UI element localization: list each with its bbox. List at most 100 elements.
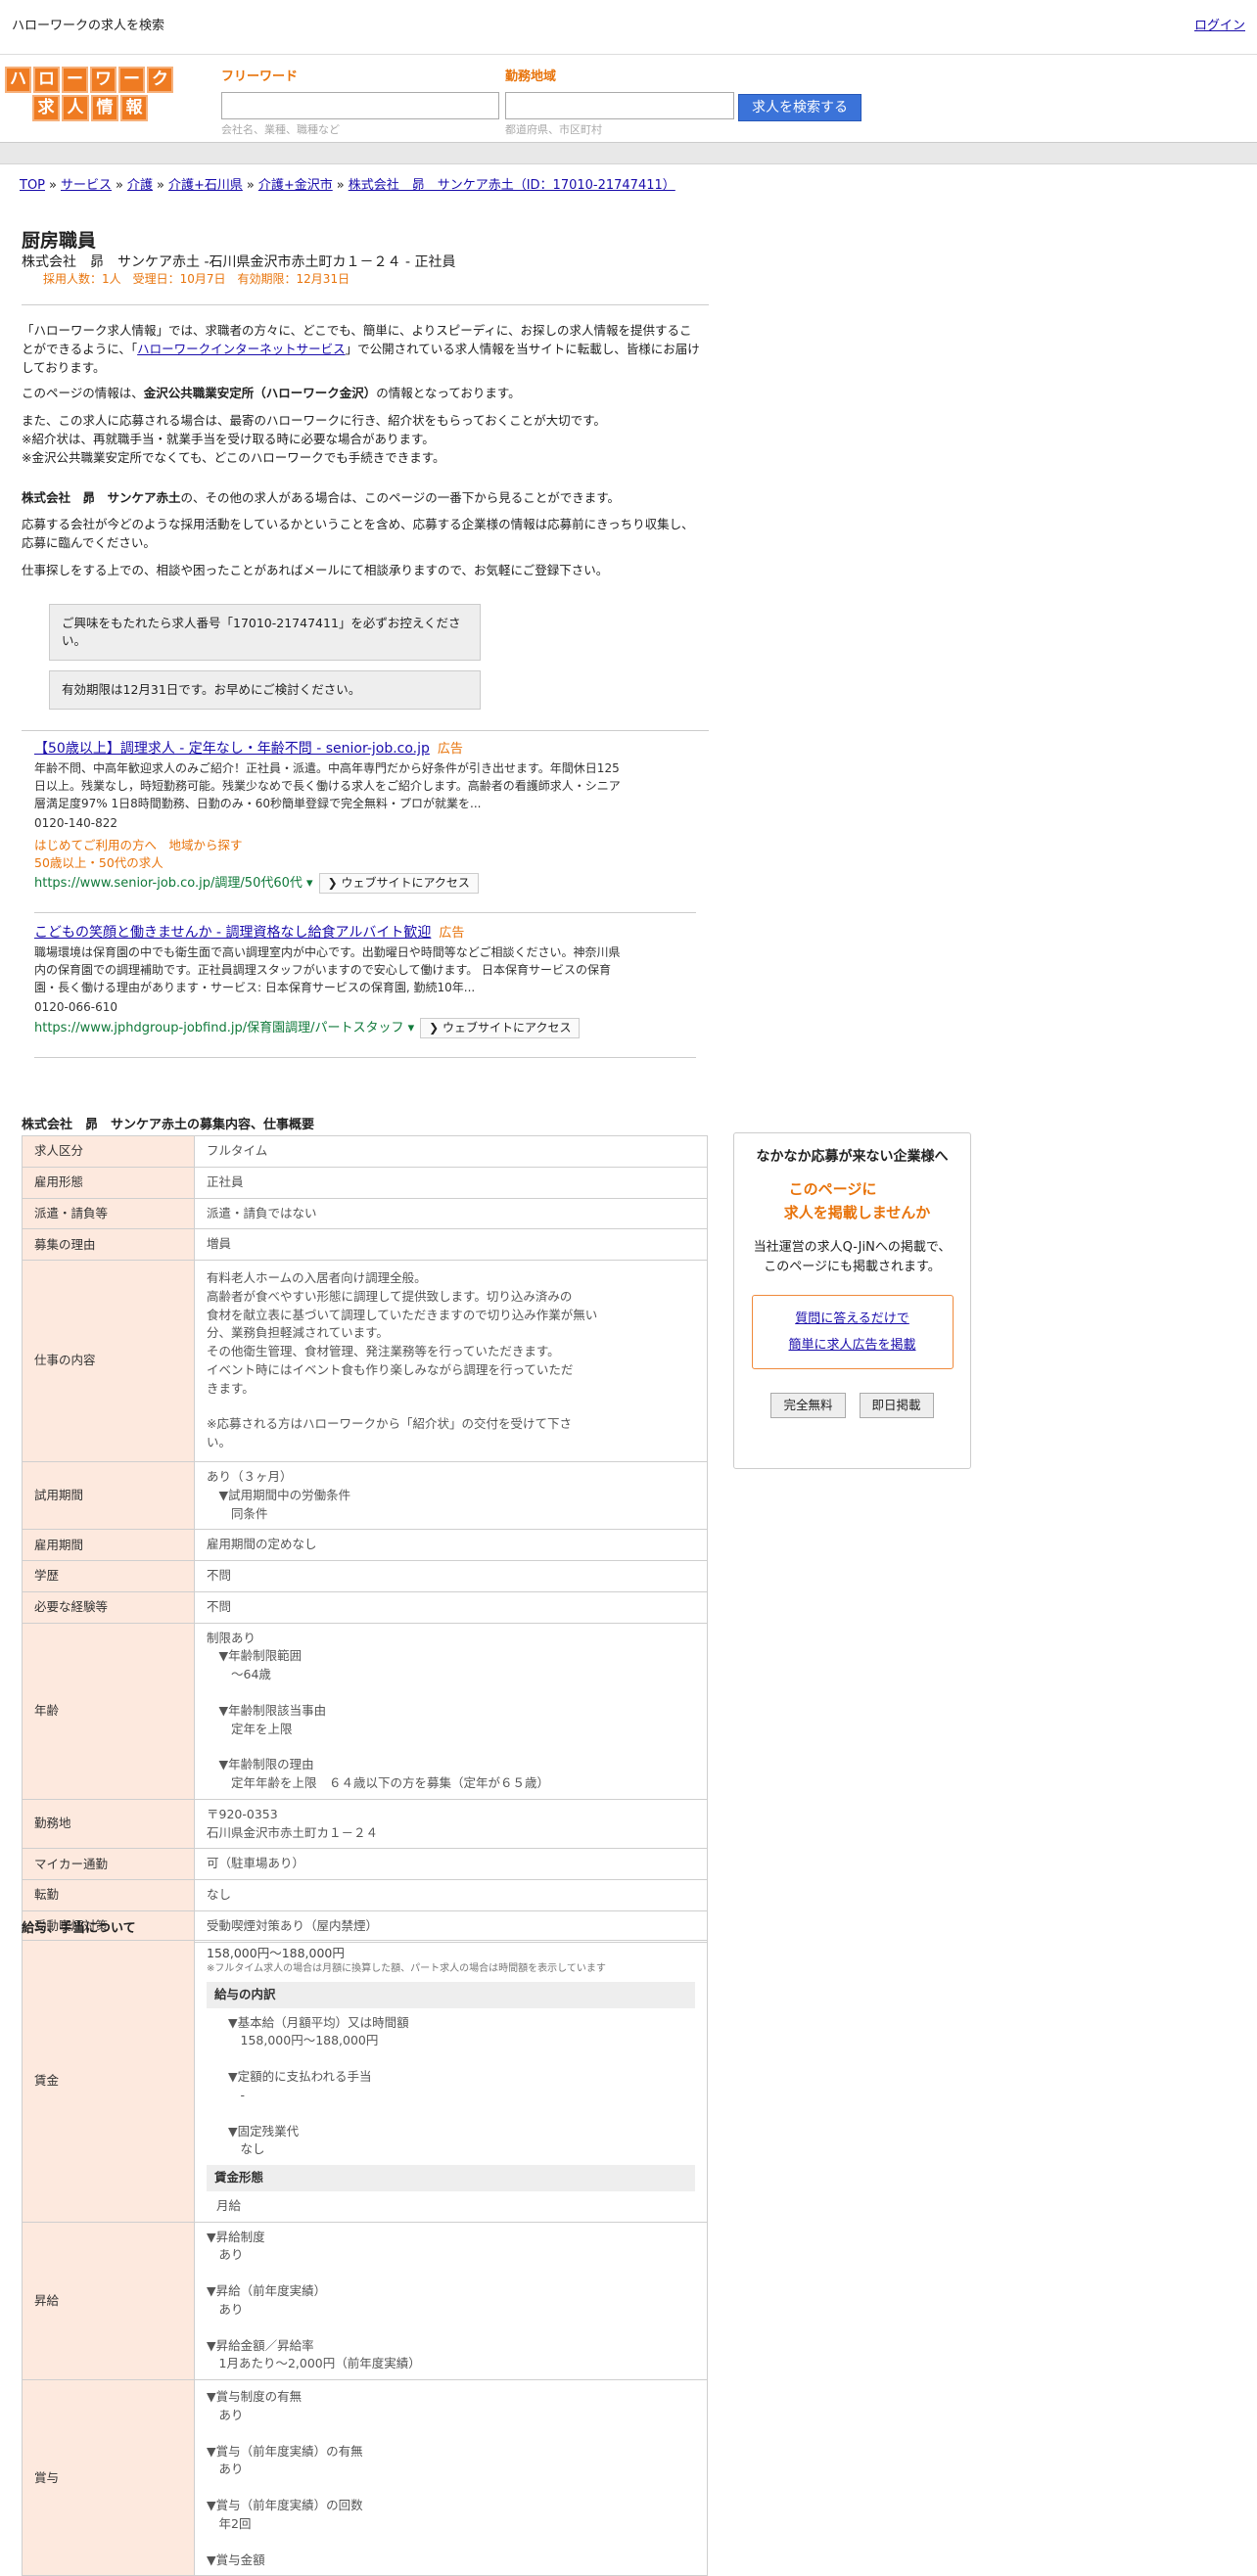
- logo-char: 人: [62, 95, 89, 121]
- expiry-note: 有効期限は12月31日です。お早めにご検討ください。: [49, 670, 481, 710]
- ad-phone[interactable]: 0120-140-822: [34, 814, 627, 832]
- intro-paragraph-1: 「ハローワーク求人情報」では、求職者の方々に、どこでも、簡単に、よりスピーディに…: [22, 323, 700, 375]
- row-label: 雇用形態: [22, 1166, 195, 1199]
- hellowork-internet-link[interactable]: ハローワークインターネットサービス: [137, 342, 346, 356]
- table-row: 必要な経験等 不問: [22, 1590, 708, 1624]
- breadcrumb-care[interactable]: 介護: [127, 178, 153, 193]
- area-label: 勤務地域: [505, 69, 557, 84]
- row-label-bonus: 賞与: [22, 2378, 195, 2576]
- row-value: 受動喫煙対策あり（屋内禁煙）: [194, 1909, 708, 1943]
- row-value: 派遣・請負ではない: [194, 1197, 708, 1230]
- row-value-raise: ▼昇給制度 あり ▼昇給（前年度実績） あり ▼昇給金額／昇給率 1月あたり〜2,0…: [194, 2221, 708, 2380]
- ad-title-link[interactable]: 【50歳以上】調理求人 - 定年なし・年齢不問 - senior-job.co.…: [34, 741, 430, 757]
- row-value: 増員: [194, 1228, 708, 1261]
- free-word-input[interactable]: [221, 91, 499, 119]
- logo-row-2: 求 人 情 報: [5, 95, 177, 121]
- visit-website-button[interactable]: ❯ ウェブサイトにアクセス: [420, 1017, 581, 1039]
- breadcrumb-service[interactable]: サービス: [61, 178, 112, 193]
- row-value-wage: 158,000円〜188,000円 ※フルタイム求人の場合は月額に換算した額、パ…: [194, 1940, 708, 2223]
- free-word-placeholder: 会社名、業種、職種など: [221, 122, 340, 136]
- ad-sitelink[interactable]: はじめてご利用の方へ: [34, 838, 157, 852]
- row-value: 不問: [194, 1560, 708, 1592]
- ad-url[interactable]: https://www.senior-job.co.jp/調理/50代60代: [34, 876, 303, 891]
- intro-paragraph-2: このページの情報は、金沢公共職業安定所（ハローワーク金沢）の情報となっております…: [22, 386, 521, 400]
- row-label: 仕事の内容: [22, 1260, 195, 1462]
- row-label: マイカー通勤: [22, 1848, 195, 1880]
- intro-paragraph-6: 仕事探しをする上での、相談や困ったことがあればメールにて相談承りますので、お気軽…: [22, 563, 609, 577]
- row-value-bonus: ▼賞与制度の有無 あり ▼賞与（前年度実績）の有無 あり ▼賞与（前年度実績）の回数…: [194, 2378, 708, 2576]
- row-label: 転勤: [22, 1879, 195, 1911]
- header: ハ ロ ー ワ ー ク 求 人 情 報 フリーワード 会社名、業種、職種など 勤…: [0, 55, 1257, 143]
- ad-phone[interactable]: 0120-066-610: [34, 998, 627, 1016]
- intro-paragraph-3: また、この求人に応募される場合は、最寄のハローワークに行き、紹介状をもらっておく…: [22, 413, 606, 465]
- breadcrumb-top[interactable]: TOP: [20, 178, 45, 193]
- visit-website-button[interactable]: ❯ ウェブサイトにアクセス: [318, 873, 479, 895]
- ad-url[interactable]: https://www.jphdgroup-jobfind.jp/保育園調理/パ…: [34, 1021, 404, 1035]
- row-label-wage: 賃金: [22, 1940, 195, 2223]
- ad-sitelink[interactable]: 地域から探す: [169, 838, 243, 852]
- row-value: あり（３ヶ月） ▼試用期間中の労働条件 同条件: [194, 1460, 708, 1531]
- same-day-button[interactable]: 即日掲載: [859, 1393, 934, 1419]
- area-placeholder: 都道府県、市区町村: [505, 122, 602, 136]
- table-row: 昇給 ▼昇給制度 あり ▼昇給（前年度実績） あり ▼昇給金額／昇給率 1月あたり〜…: [22, 2221, 708, 2380]
- row-label: 必要な経験等: [22, 1590, 195, 1624]
- logo-char: ハ: [5, 67, 31, 93]
- row-value: 雇用期間の定めなし: [194, 1529, 708, 1561]
- row-label: 雇用期間: [22, 1529, 195, 1561]
- table-row: 賃金 158,000円〜188,000円 ※フルタイム求人の場合は月額に換算した…: [22, 1940, 708, 2223]
- job-number-note: ご興味をもたれたら求人番号「17010-21747411」を必ずお控えください。: [49, 604, 481, 661]
- promo-heading: なかなか応募が来ない企業様へ: [756, 1149, 949, 1165]
- hellowork-logo[interactable]: ハ ロ ー ワ ー ク 求 人 情 報: [5, 67, 177, 123]
- intro-paragraph-5: 応募する会社が今どのような採用活動をしているかということを含め、応募する企業様の…: [22, 517, 694, 550]
- top-bar: ハローワークの求人を検索 ログイン: [0, 0, 1257, 55]
- login-link[interactable]: ログイン: [1194, 18, 1245, 36]
- row-value: フルタイム: [194, 1135, 708, 1168]
- wage-form-heading: 賃金形態: [207, 2165, 695, 2191]
- row-value: 制限あり ▼年齢制限範囲 〜64歳 ▼年齢制限該当事由 定年を上限 ▼年齢制限の…: [194, 1622, 708, 1800]
- breadcrumb-care-ishikawa[interactable]: 介護+石川県: [168, 178, 243, 193]
- promo-link-questions[interactable]: 質問に答えるだけで: [753, 1306, 953, 1332]
- logo-char: ク: [147, 67, 173, 93]
- table-row: 学歴 不問: [22, 1560, 708, 1592]
- table-row: 試用期間 あり（３ヶ月） ▼試用期間中の労働条件 同条件: [22, 1460, 708, 1531]
- row-value: 有料老人ホームの入居者向け調理全般。 高齢者が食べやすい形態に調理して提供致します…: [194, 1260, 708, 1462]
- section-heading-job-details: 株式会社 昴 サンケア赤土の募集内容、仕事概要: [22, 1118, 315, 1132]
- row-value: 不問: [194, 1590, 708, 1624]
- divider: [34, 1057, 696, 1058]
- row-value: 正社員: [194, 1166, 708, 1199]
- divider: [22, 304, 709, 305]
- logo-char: ー: [62, 67, 88, 93]
- breadcrumb-care-kanazawa[interactable]: 介護+金沢市: [258, 178, 333, 193]
- table-row: マイカー通勤 可（駐車場あり）: [22, 1848, 708, 1880]
- ad-description: 職場環境は保育園の中でも衛生面で高い調理室内が中心です。出勤曜日や時間等などご相…: [34, 944, 621, 994]
- divider: [34, 912, 696, 913]
- ad-sitelink[interactable]: 50歳以上・50代の求人: [34, 854, 627, 872]
- ad-description: 年齢不問、中高年歓迎求人のみご紹介！正社員・派遣。中高年専門だから好条件が引き出…: [34, 760, 621, 810]
- row-value: なし: [194, 1879, 708, 1911]
- row-value: 〒920-0353 石川県金沢市赤土町カ１－２４: [194, 1798, 708, 1850]
- table-row: 雇用形態 正社員: [22, 1166, 708, 1199]
- row-label: 募集の理由: [22, 1228, 195, 1261]
- table-row: 賞与 ▼賞与制度の有無 あり ▼賞与（前年度実績）の有無 あり ▼賞与（前年度実績）…: [22, 2378, 708, 2576]
- breadcrumb-company[interactable]: 株式会社 昴 サンケア赤土（ID：17010-21747411）: [349, 178, 675, 193]
- logo-char: 求: [32, 95, 60, 121]
- ad-title-link[interactable]: こどもの笑顔と働きませんか - 調理資格なし給食アルバイト歓迎: [34, 925, 431, 941]
- table-row: 雇用期間 雇用期間の定めなし: [22, 1529, 708, 1561]
- promo-headline: このページに 求人を掲載しませんか: [783, 1180, 931, 1221]
- gray-band: [0, 143, 1257, 164]
- area-input[interactable]: [505, 91, 734, 119]
- promo-link-post-ad[interactable]: 簡単に求人広告を掲載: [753, 1332, 953, 1358]
- row-label: 学歴: [22, 1560, 195, 1592]
- logo-char: ワ: [90, 67, 116, 93]
- free-button[interactable]: 完全無料: [770, 1393, 846, 1419]
- search-button[interactable]: 求人を検索する: [738, 94, 861, 121]
- intro-paragraph-4: 株式会社 昴 サンケア赤土の、その他の求人がある場合は、このページの一番下から見…: [22, 490, 621, 505]
- breakdown-heading: 給与の内訳: [207, 1981, 695, 2008]
- row-label: 派遣・請負等: [22, 1197, 195, 1230]
- promo-text: 当社運営の求人Q-JiNへの掲載で、 このページにも掲載されます。: [753, 1239, 952, 1274]
- ad-badge: 広告: [439, 926, 465, 941]
- salary-table: 賃金 158,000円〜188,000円 ※フルタイム求人の場合は月額に換算した…: [22, 1940, 708, 2576]
- logo-char: 情: [91, 95, 118, 121]
- area-field: 勤務地域 都道府県、市区町村: [505, 69, 734, 138]
- promo-links-box: 質問に答えるだけで 簡単に求人広告を掲載: [751, 1295, 954, 1370]
